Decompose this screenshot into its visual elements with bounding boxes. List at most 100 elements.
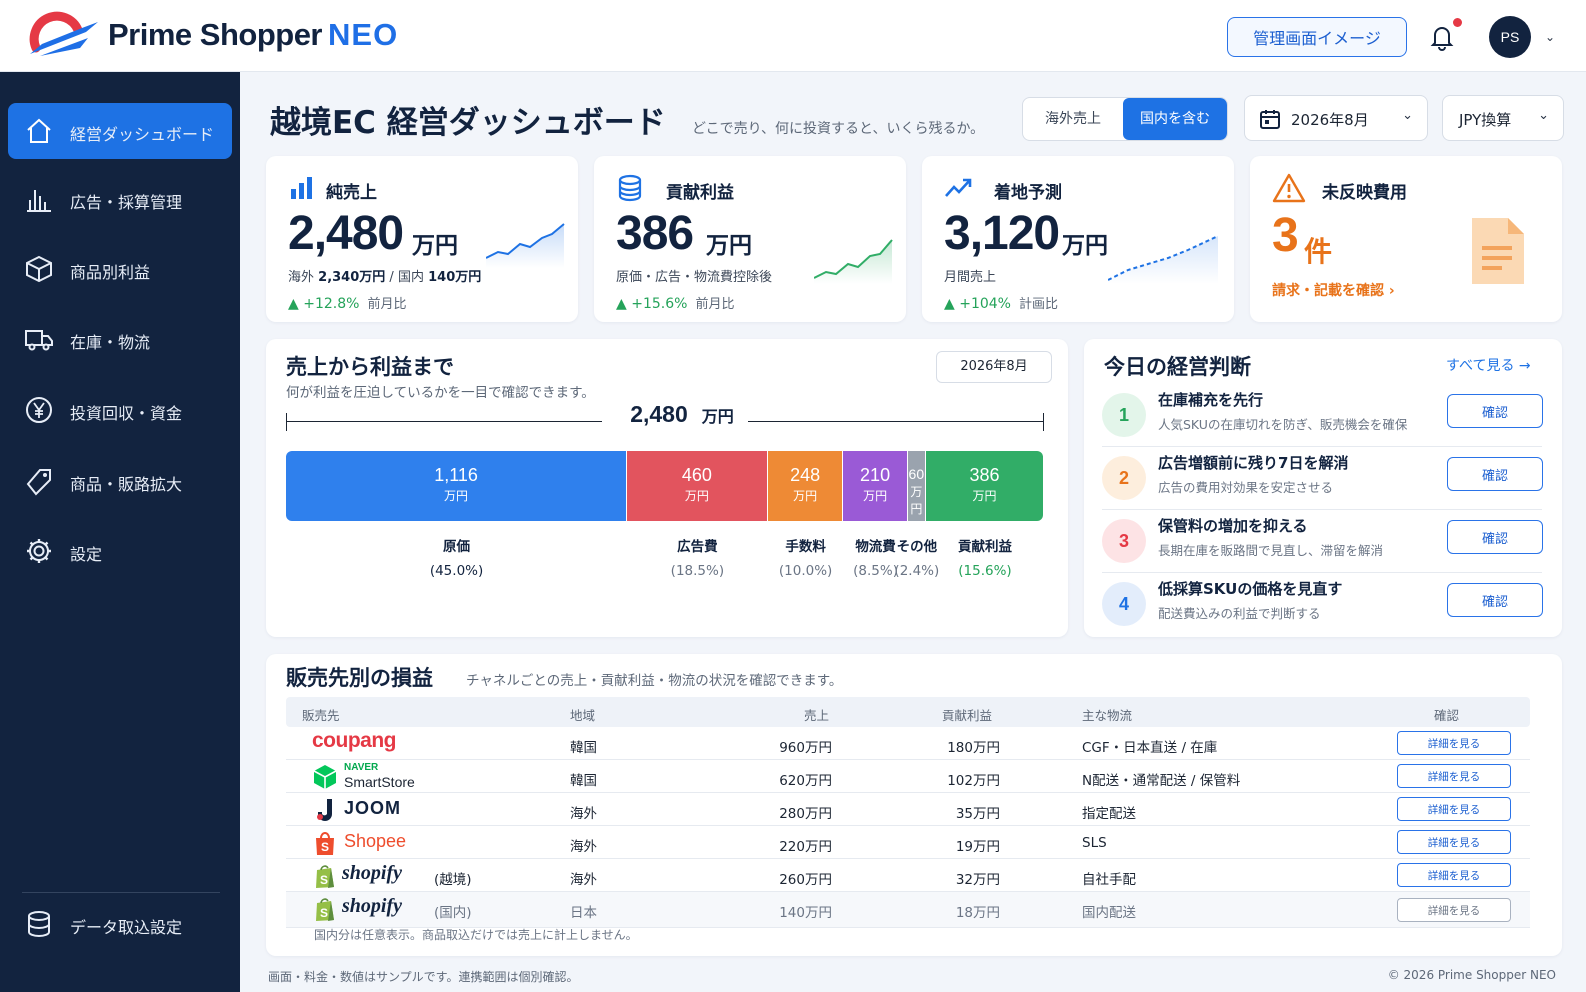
bar-value: 1,116 [434, 465, 478, 485]
top-bar: Prime Shopper NEO 管理画面イメージ PS ⌄ [0, 0, 1586, 72]
see-all-link[interactable]: すべて見る → [1446, 355, 1531, 375]
details-button[interactable]: 詳細を見る [1397, 797, 1511, 821]
sidebar-divider [22, 892, 220, 893]
bar-unit: 万円 [444, 489, 469, 503]
period-chip[interactable]: 2026年8月 [936, 351, 1052, 383]
bar-chart-icon [291, 177, 312, 199]
decision-number: 2 [1102, 456, 1146, 500]
sidebar-item-expansion[interactable]: 商品・販路拡大 [8, 453, 232, 509]
sidebar-item-inventory[interactable]: 在庫・物流 [8, 311, 232, 367]
sidebar-item-label: 設定 [70, 545, 103, 564]
decision-number: 3 [1102, 519, 1146, 563]
bar-label: 手数料 (10.0%) [778, 539, 833, 579]
table-row: S shopify (越境) 海外 260万円 32万円 自社手配 詳細を見る [286, 859, 1530, 892]
bar-unit: 万円 [910, 485, 923, 516]
table-row: JOOM 海外 280万円 35万円 指定配送 詳細を見る [286, 793, 1530, 826]
bar-segment[interactable]: 386 万円 [926, 451, 1043, 521]
period-select[interactable]: 2026年8月 ⌄ [1244, 95, 1428, 141]
toggle-overseas[interactable]: 海外売上 [1023, 98, 1123, 140]
decision-item: 3 保管料の増加を抑える 長期在庫を販路間で見直し、滞留を解消 確認 [1102, 511, 1543, 573]
kpi-card-contribution[interactable]: 貢献利益 386 万円 原価・広告・物流費控除後 ▲ +15.6% 前月比 [594, 156, 906, 322]
kpi-value: 3,120 [944, 207, 1060, 260]
kpi-card-net-sales[interactable]: 純売上 2,480 万円 海外 2,340万円 / 国内 140万円 ▲ +12… [266, 156, 578, 322]
bar-label: 貢献利益 (15.6%) [958, 539, 1012, 579]
details-button[interactable]: 詳細を見る [1397, 731, 1511, 755]
decision-item: 1 在庫補充を先行 人気SKUの在庫切れを防ぎ、販売機会を確保 確認 [1102, 385, 1543, 447]
bar-unit: 万円 [793, 489, 818, 503]
chevron-down-icon: ⌄ [1402, 108, 1413, 123]
bar-segment[interactable]: 60 万円 [907, 451, 925, 521]
kpi-value: 386 [616, 207, 694, 260]
sidebar-item-data-import[interactable]: データ取込設定 [8, 896, 232, 952]
sidebar-item-investment[interactable]: 投資回収・資金 [8, 382, 232, 438]
confirm-button[interactable]: 確認 [1447, 394, 1543, 428]
bar-segment[interactable]: 210 万円 [843, 451, 907, 521]
decision-item: 2 広告増額前に残り7日を解消 広告の費用対効果を安定させる 確認 [1102, 448, 1543, 510]
sparkline [814, 239, 893, 284]
confirm-button[interactable]: 確認 [1447, 583, 1543, 617]
details-button[interactable]: 詳細を見る [1397, 898, 1511, 922]
confirm-button[interactable]: 確認 [1447, 520, 1543, 554]
user-avatar[interactable]: PS [1489, 16, 1531, 58]
kpi-value: 2,480 [288, 207, 404, 260]
section-title: 今日の経営判断 [1104, 355, 1251, 379]
sparkline [1108, 235, 1219, 284]
kpi-card-forecast[interactable]: 着地予測 3,120 万円 月間売上 ▲ +104% 計画比 [922, 156, 1234, 322]
details-button[interactable]: 詳細を見る [1397, 764, 1511, 788]
shopify-bag-icon: S [316, 898, 334, 921]
review-costs-link[interactable]: 請求・記載を確認 › [1272, 280, 1395, 300]
document-icon [1472, 218, 1524, 284]
sidebar-item-product-profit[interactable]: 商品別利益 [8, 241, 232, 297]
page-subtitle: どこで売り、何に投資すると、いくら残るか。 [692, 121, 985, 137]
bar-value: 386 [969, 465, 1000, 485]
sidebar-item-settings[interactable]: 設定 [8, 523, 232, 579]
sidebar-item-label: 経営ダッシュボード [70, 125, 215, 144]
bar-label: 原価 (45.0%) [429, 539, 484, 579]
scope-toggle: 海外売上 国内を含む [1022, 97, 1228, 141]
bar-segment[interactable]: 460 万円 [627, 451, 767, 521]
sidebar-item-label: 在庫・物流 [70, 333, 151, 352]
footer-disclaimer: 画面・料金・数値はサンプルです。連携範囲は個別確認。 [268, 970, 579, 984]
channel-logo-shopify: shopify [342, 895, 402, 917]
coins-icon [618, 174, 642, 202]
toggle-include-domestic[interactable]: 国内を含む [1123, 98, 1227, 140]
notification-dot [1453, 18, 1462, 27]
channel-pl-card: 販売先別の損益 チャネルごとの売上・貢献利益・物流の状況を確認できます。 販売先… [266, 654, 1562, 956]
confirm-button[interactable]: 確認 [1447, 457, 1543, 491]
bar-segment[interactable]: 248 万円 [767, 451, 843, 521]
brand-logo-icon[interactable] [26, 8, 100, 64]
domestic-note: 国内分は任意表示。商品取込だけでは売上に計上しません。 [314, 928, 638, 942]
warning-icon [1272, 173, 1306, 203]
kpi-delta: ▲ +15.6% 前月比 [616, 296, 735, 312]
brand-name[interactable]: Prime Shopper NEO [108, 17, 398, 53]
bar-segment[interactable]: 1,116 万円 [286, 451, 627, 521]
sidebar-item-dashboard[interactable]: 経営ダッシュボード [8, 103, 232, 159]
yen-icon [26, 397, 52, 423]
sidebar-item-label: 広告・採算管理 [70, 193, 183, 212]
bell-icon[interactable] [1427, 22, 1457, 52]
sidebar-item-ads[interactable]: 広告・採算管理 [8, 171, 232, 227]
chevron-down-icon[interactable]: ⌄ [1545, 30, 1555, 44]
details-button[interactable]: 詳細を見る [1397, 830, 1511, 854]
channel-logo-naver: NAVER [344, 762, 379, 773]
total-sales-label: 2,480 万円 [286, 401, 1064, 428]
home-icon [27, 118, 51, 143]
truck-icon [25, 330, 53, 351]
database-icon [28, 911, 50, 937]
sparkline [486, 223, 565, 268]
table-row: NAVER SmartStore 韓国 620万円 102万円 N配送・通常配送… [286, 760, 1530, 793]
kpi-card-unreflected-costs[interactable]: 未反映費用 3 件 請求・記載を確認 › [1250, 156, 1562, 322]
sidebar-item-label: 商品・販路拡大 [70, 475, 183, 494]
currency-select[interactable]: JPY換算 ⌄ [1442, 95, 1564, 141]
bar-value: 60 [908, 466, 925, 482]
section-title: 販売先別の損益 [286, 666, 433, 690]
bar-value: 248 [790, 465, 821, 485]
shopee-bag-icon: S [316, 832, 334, 855]
details-button[interactable]: 詳細を見る [1397, 863, 1511, 887]
decisions-card: 今日の経営判断 すべて見る → 1 在庫補充を先行 人気SKUの在庫切れを防ぎ、… [1084, 339, 1562, 637]
admin-view-button[interactable]: 管理画面イメージ [1227, 17, 1407, 57]
box-icon [26, 255, 52, 283]
calendar-icon [1260, 110, 1280, 129]
channel-logo-shopee: Shopee [344, 831, 407, 851]
bar-unit: 万円 [863, 489, 888, 503]
